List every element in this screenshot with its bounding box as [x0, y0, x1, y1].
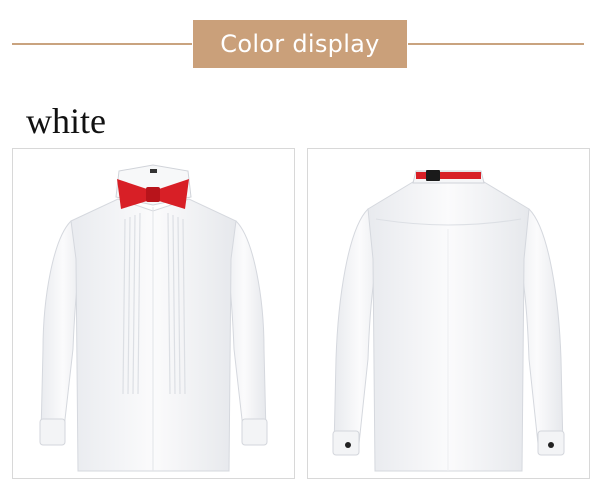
color-name-label: white — [26, 101, 106, 141]
shirt-back-image — [332, 170, 565, 472]
header-divider-right — [408, 43, 584, 45]
section-title-badge: Color display — [193, 20, 407, 68]
shirt-front-view — [12, 148, 295, 479]
shirt-back-view — [307, 148, 590, 479]
header-divider-left — [12, 43, 192, 45]
shirt-front-image — [39, 164, 268, 472]
section-title: Color display — [220, 30, 380, 58]
